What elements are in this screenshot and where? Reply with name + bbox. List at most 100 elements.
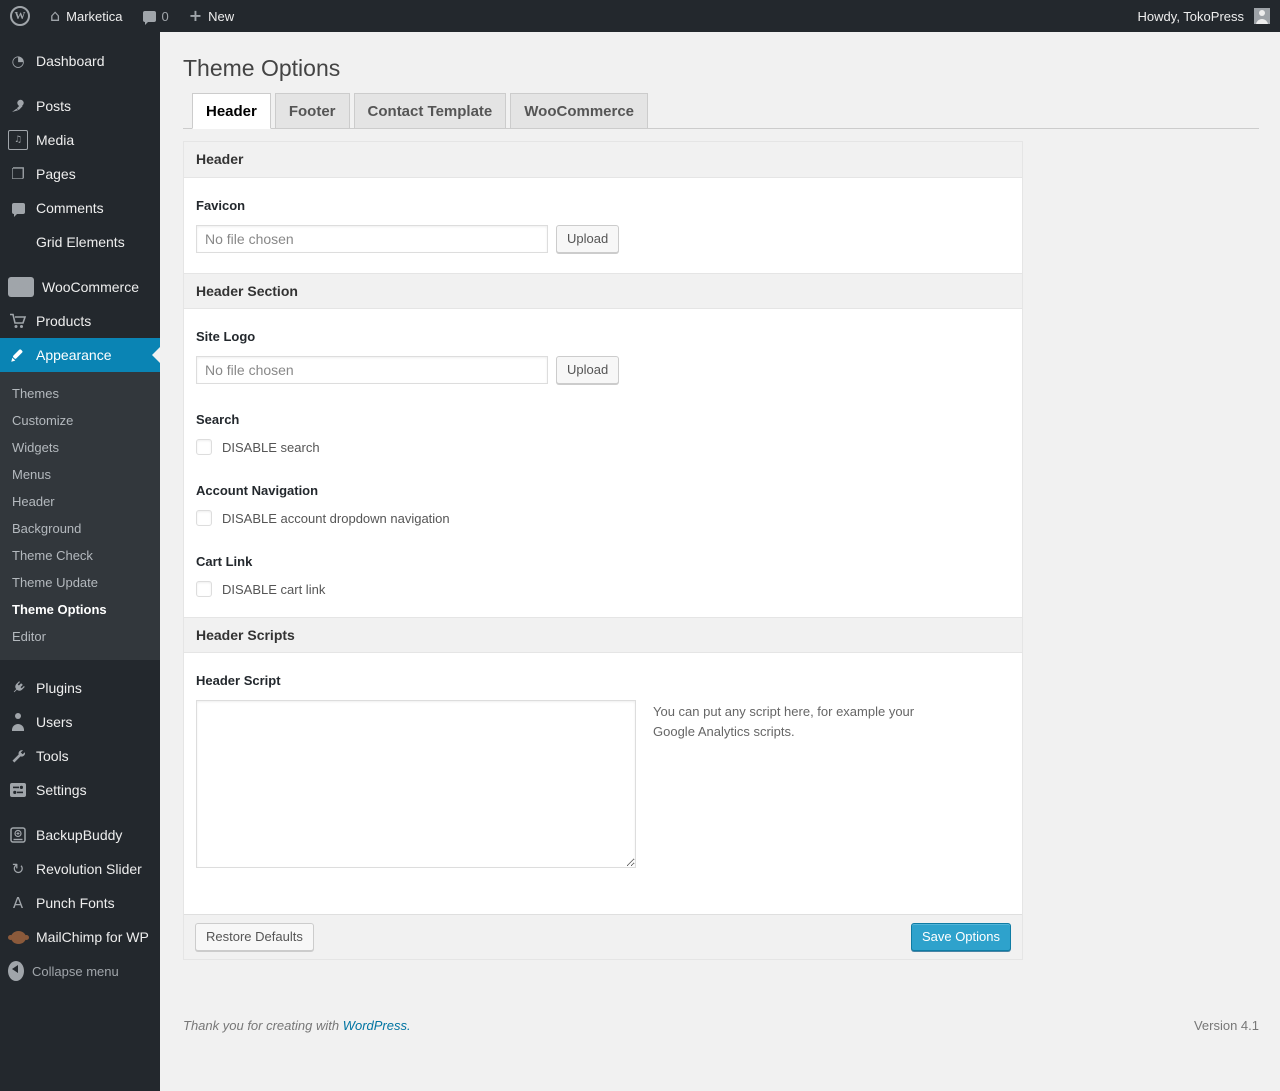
sidebar-item-pages[interactable]: ❐ Pages: [0, 157, 160, 191]
sidebar-label: Users: [36, 714, 73, 730]
new-content-menu[interactable]: + New: [179, 0, 244, 32]
panel-footer: Restore Defaults Save Options: [184, 914, 1022, 959]
favicon-file-input[interactable]: [196, 225, 548, 253]
sidebar-label: Comments: [36, 200, 104, 216]
sidebar-subitem-menus[interactable]: Menus: [0, 461, 160, 488]
sidebar-item-punch-fonts[interactable]: A Punch Fonts: [0, 886, 160, 920]
disable-cart-link-checkbox[interactable]: [196, 581, 212, 597]
restore-defaults-button[interactable]: Restore Defaults: [195, 923, 314, 951]
disable-cart-link-text: DISABLE cart link: [222, 581, 326, 597]
sidebar-subitem-customize[interactable]: Customize: [0, 407, 160, 434]
footer-thanks: Thank you for creating with WordPress.: [183, 1018, 411, 1033]
disable-search-checkbox[interactable]: [196, 439, 212, 455]
dashboard-icon: ◔: [11, 51, 25, 70]
site-name-menu[interactable]: ⌂ Marketica: [40, 0, 133, 32]
sidebar-item-settings[interactable]: Settings: [0, 773, 160, 807]
users-icon: [8, 712, 28, 732]
sidebar-label: Tools: [36, 748, 69, 764]
version-text: Version 4.1: [1193, 1018, 1259, 1033]
sidebar-label: BackupBuddy: [36, 827, 123, 843]
site-logo-label: Site Logo: [196, 329, 256, 344]
sidebar-item-comments[interactable]: Comments: [0, 191, 160, 225]
sidebar-item-appearance[interactable]: Appearance: [0, 338, 160, 372]
home-icon: ⌂: [50, 6, 61, 25]
sidebar-label: Collapse menu: [32, 963, 119, 979]
wp-logo-menu[interactable]: W: [0, 0, 40, 32]
disable-cart-link-row: DISABLE cart link: [196, 581, 1010, 597]
menu-separator: [0, 78, 160, 89]
letter-a-icon: A: [12, 893, 24, 912]
sidebar-item-backupbuddy[interactable]: BackupBuddy: [0, 818, 160, 852]
header-script-textarea[interactable]: [196, 700, 636, 868]
menu-separator: [0, 807, 160, 818]
sidebar-item-posts[interactable]: Posts: [0, 89, 160, 123]
admin-bar-right: Howdy, TokoPress: [1128, 0, 1280, 32]
disable-search-row: DISABLE search: [196, 439, 1010, 455]
sidebar-subitem-themes[interactable]: Themes: [0, 380, 160, 407]
current-menu-arrow: [152, 347, 160, 363]
admin-menu: ◔ Dashboard Posts ♫ Media ❐ Pages Commen…: [0, 32, 160, 1091]
tab-header[interactable]: Header: [192, 93, 271, 129]
pushpin-icon: [8, 96, 28, 116]
disable-search-text: DISABLE search: [222, 439, 320, 455]
wordpress-link[interactable]: WordPress.: [343, 1018, 411, 1033]
header-script-help: You can put any script here, for example…: [653, 704, 915, 740]
howdy-account-menu[interactable]: Howdy, TokoPress: [1128, 0, 1280, 32]
sidebar-item-media[interactable]: ♫ Media: [0, 123, 160, 157]
sidebar-label: WooCommerce: [42, 279, 139, 295]
section-header: Header: [184, 142, 1022, 178]
sidebar-item-woocommerce[interactable]: Woo WooCommerce: [0, 270, 160, 304]
grid-elements-icon: [8, 232, 28, 252]
favicon-upload-button[interactable]: Upload: [556, 225, 620, 253]
thanks-text: Thank you for creating with: [183, 1018, 340, 1033]
sidebar-label: Media: [36, 132, 75, 148]
collapse-menu-button[interactable]: Collapse menu: [0, 954, 160, 988]
sidebar-item-tools[interactable]: Tools: [0, 739, 160, 773]
sidebar-item-plugins[interactable]: Plugins: [0, 671, 160, 705]
sidebar-label: Pages: [36, 166, 76, 182]
tab-footer[interactable]: Footer: [274, 93, 350, 128]
site-logo-upload-button[interactable]: Upload: [556, 356, 620, 384]
plugin-icon: [8, 678, 28, 698]
page-footer: Thank you for creating with WordPress. V…: [183, 1018, 1259, 1033]
sidebar-subitem-editor[interactable]: Editor: [0, 623, 160, 650]
admin-bar-left: W ⌂ Marketica 0 + New: [0, 0, 244, 32]
mailchimp-monkey-icon: [7, 927, 29, 947]
wrench-icon: [8, 746, 28, 766]
tab-bar: Header Footer Contact Template WooCommerce: [183, 93, 1259, 129]
admin-bar: W ⌂ Marketica 0 + New Howdy, TokoPress: [0, 0, 1280, 32]
menu-separator: [0, 660, 160, 671]
disable-account-nav-text: DISABLE account dropdown navigation: [222, 510, 450, 526]
sidebar-label: MailChimp for WP: [36, 929, 149, 945]
sidebar-label: Products: [36, 313, 92, 329]
save-options-button[interactable]: Save Options: [910, 923, 1011, 951]
sidebar-subitem-header[interactable]: Header: [0, 488, 160, 515]
tab-woocommerce[interactable]: WooCommerce: [510, 93, 649, 128]
sidebar-subitem-widgets[interactable]: Widgets: [0, 434, 160, 461]
tab-contact-template[interactable]: Contact Template: [353, 93, 507, 128]
disable-account-nav-row: DISABLE account dropdown navigation: [196, 510, 1010, 526]
sidebar-item-users[interactable]: Users: [0, 705, 160, 739]
sidebar-subitem-background[interactable]: Background: [0, 515, 160, 542]
sidebar-label: Revolution Slider: [36, 861, 142, 877]
sidebar-subitem-theme-update[interactable]: Theme Update: [0, 569, 160, 596]
section-header-scripts: Header Scripts: [184, 617, 1022, 653]
sidebar-label: Settings: [36, 782, 87, 798]
sidebar-item-products[interactable]: Products: [0, 304, 160, 338]
sidebar-item-grid-elements[interactable]: Grid Elements: [0, 225, 160, 259]
sidebar-item-mailchimp[interactable]: MailChimp for WP: [0, 920, 160, 954]
wordpress-logo-icon: W: [10, 6, 30, 26]
site-logo-file-input[interactable]: [196, 356, 548, 384]
admin-bar-comments[interactable]: 0: [133, 0, 179, 32]
sidebar-subitem-theme-check[interactable]: Theme Check: [0, 542, 160, 569]
plus-icon: +: [188, 6, 203, 25]
sidebar-item-dashboard[interactable]: ◔ Dashboard: [0, 44, 160, 78]
settings-sliders-icon: [8, 780, 28, 800]
disable-account-nav-checkbox[interactable]: [196, 510, 212, 526]
sidebar-item-revolution-slider[interactable]: ↻ Revolution Slider: [0, 852, 160, 886]
sidebar-subitem-theme-options[interactable]: Theme Options: [0, 596, 160, 623]
backupbuddy-icon: [8, 825, 28, 845]
sidebar-label: Dashboard: [36, 53, 105, 69]
media-icon: ♫: [8, 130, 28, 150]
comments-icon: [8, 198, 28, 218]
